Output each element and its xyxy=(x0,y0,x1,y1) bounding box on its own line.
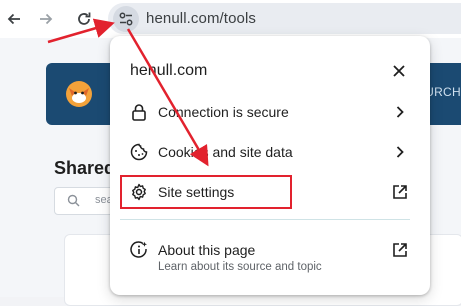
lock-icon xyxy=(130,103,148,121)
site-info-button[interactable] xyxy=(113,6,139,32)
fox-logo-icon xyxy=(64,79,94,114)
cookies-label: Cookies and site data xyxy=(158,144,293,160)
highlight-box xyxy=(120,175,292,209)
close-icon xyxy=(393,65,405,77)
popup-title: henull.com xyxy=(130,62,208,79)
close-button[interactable] xyxy=(388,60,410,82)
cookie-icon xyxy=(130,143,148,161)
chevron-right-icon xyxy=(392,144,408,160)
open-external-icon xyxy=(391,183,409,201)
url-text[interactable]: henull.com/tools xyxy=(146,10,256,27)
address-bar[interactable]: henull.com/tools xyxy=(108,3,461,34)
sparkle-info-icon xyxy=(130,241,148,259)
open-external-icon xyxy=(391,241,409,259)
back-arrow-icon xyxy=(7,13,20,25)
reload-icon xyxy=(78,12,91,25)
back-button[interactable] xyxy=(2,7,26,31)
reload-button[interactable] xyxy=(72,7,96,31)
chevron-right-icon xyxy=(392,104,408,120)
forward-arrow-icon xyxy=(40,13,53,25)
site-info-popup: henull.com Connection is secure Cookies … xyxy=(110,36,430,295)
forward-button[interactable] xyxy=(34,7,58,31)
banner-text: URCH xyxy=(425,85,461,99)
browser-toolbar: henull.com/tools xyxy=(0,0,461,38)
section-heading: Shared xyxy=(54,158,116,178)
tune-icon xyxy=(119,12,133,26)
connection-secure-label: Connection is secure xyxy=(158,104,289,120)
search-icon xyxy=(67,194,80,212)
about-page-item[interactable]: About this page Learn about its source a… xyxy=(110,232,430,280)
cookies-item[interactable]: Cookies and site data xyxy=(110,134,430,170)
popup-divider xyxy=(120,219,410,220)
about-page-sublabel: Learn about its source and topic xyxy=(158,261,322,273)
connection-secure-item[interactable]: Connection is secure xyxy=(110,94,430,130)
about-page-label: About this page xyxy=(158,242,256,258)
